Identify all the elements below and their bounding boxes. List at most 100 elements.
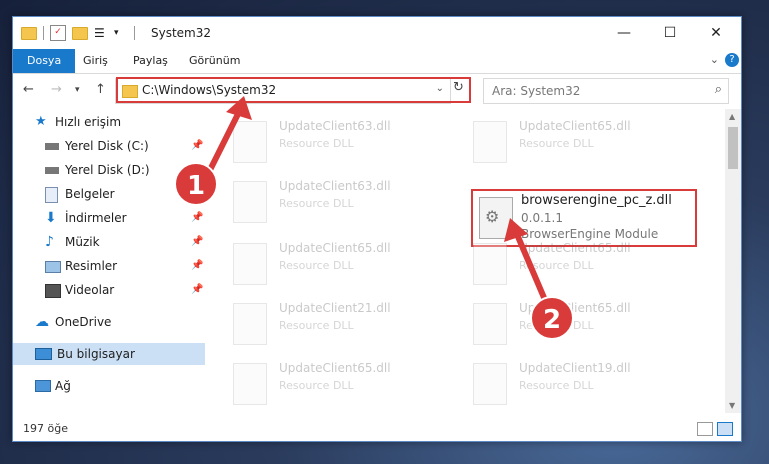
title-bar: ✓ ☰ ▾ System32 — ☐ ✕ — [13, 17, 741, 49]
drive-icon — [45, 143, 59, 150]
download-icon: ⬇ — [45, 210, 57, 226]
file-description: Resource DLL — [279, 197, 354, 210]
dll-file-icon — [233, 363, 267, 405]
help-icon[interactable]: ? — [725, 53, 739, 67]
sidebar-item-quick-access[interactable]: ★ Hızlı erişim — [13, 111, 205, 133]
address-highlight-box — [116, 77, 471, 103]
sidebar-item-network[interactable]: Ağ — [13, 375, 205, 397]
close-button[interactable]: ✕ — [693, 17, 739, 49]
scroll-thumb[interactable] — [728, 127, 738, 169]
sidebar-item-videos[interactable]: Videolar 📌 — [13, 279, 205, 301]
list-item[interactable]: UpdateClient65.dll Resource DLL — [453, 237, 681, 295]
list-item[interactable]: UpdateClient65.dll Resource DLL — [213, 237, 441, 295]
file-description: Resource DLL — [279, 319, 354, 332]
list-item[interactable]: UpdateClient65.dll Resource DLL — [213, 357, 441, 413]
dll-file-icon — [473, 121, 507, 163]
scroll-down-icon[interactable]: ▼ — [729, 401, 735, 410]
pictures-icon — [45, 261, 61, 273]
dll-file-icon — [233, 303, 267, 345]
search-input[interactable]: Ara: System32 ⌕ — [483, 78, 729, 104]
search-placeholder: Ara: System32 — [492, 84, 581, 98]
sidebar-item-label: Resimler — [65, 259, 118, 273]
search-icon[interactable]: ⌕ — [715, 82, 722, 97]
pin-icon[interactable]: 📌 — [191, 207, 203, 229]
details-view-icon[interactable] — [697, 422, 713, 436]
separator — [43, 26, 44, 40]
tab-home[interactable]: Giriş — [71, 49, 120, 73]
file-list: UpdateClient63.dll Resource DLL UpdateCl… — [213, 109, 723, 413]
sidebar-item-music[interactable]: ♪ Müzik 📌 — [13, 231, 205, 253]
maximize-button[interactable]: ☐ — [647, 17, 693, 49]
sidebar-item-label: Yerel Disk (D:) — [65, 163, 150, 177]
file-description: Resource DLL — [279, 259, 354, 272]
pin-icon[interactable]: 📌 — [191, 255, 203, 277]
tab-share[interactable]: Paylaş — [121, 49, 180, 73]
customize-toolbar-icon[interactable]: ☰ — [94, 26, 108, 40]
sidebar-item-label: Hızlı erişim — [55, 115, 122, 129]
sidebar-item-label: Videolar — [65, 283, 115, 297]
up-arrow-icon[interactable]: ↑ — [95, 82, 106, 97]
sidebar-item-local-disk-c[interactable]: Yerel Disk (C:) 📌 — [13, 135, 205, 157]
sidebar-item-label: OneDrive — [55, 315, 112, 329]
dll-file-icon — [233, 121, 267, 163]
star-icon: ★ — [35, 114, 47, 129]
vertical-scrollbar[interactable]: ▲ ▼ — [725, 109, 741, 413]
sidebar-item-downloads[interactable]: ⬇ İndirmeler 📌 — [13, 207, 205, 229]
dll-file-icon — [473, 363, 507, 405]
file-name: UpdateClient65.dll — [279, 241, 391, 255]
item-count: 197 öğe — [23, 422, 68, 435]
list-item[interactable]: UpdateClient65.dll Resource DLL — [453, 115, 681, 173]
quick-access-toolbar: ✓ ☰ ▾ — [21, 25, 135, 41]
chevron-down-icon[interactable]: ▾ — [114, 26, 128, 40]
sidebar-item-this-pc[interactable]: Bu bilgisayar — [13, 343, 205, 365]
dll-file-icon — [233, 181, 267, 223]
pin-icon[interactable]: 📌 — [191, 135, 203, 157]
list-item[interactable]: UpdateClient21.dll Resource DLL — [213, 297, 441, 355]
new-folder-icon[interactable] — [72, 26, 88, 40]
dll-file-icon — [473, 303, 507, 345]
pin-icon[interactable]: 📌 — [191, 231, 203, 253]
properties-icon[interactable]: ✓ — [50, 25, 66, 41]
folder-icon — [21, 26, 37, 40]
tiles-view-icon[interactable] — [717, 422, 733, 436]
file-name: UpdateClient65.dll — [519, 119, 631, 133]
cloud-icon: ☁ — [35, 314, 49, 330]
file-name: UpdateClient63.dll — [279, 119, 391, 133]
list-item[interactable]: UpdateClient19.dll Resource DLL — [453, 357, 681, 413]
navigation-pane: ★ Hızlı erişim Yerel Disk (C:) 📌 Yerel D… — [13, 109, 205, 413]
drive-icon — [45, 167, 59, 174]
recent-locations-icon[interactable]: ▾ — [75, 85, 80, 95]
tab-view[interactable]: Görünüm — [177, 49, 252, 73]
list-item[interactable]: UpdateClient63.dll Resource DLL — [213, 175, 441, 233]
list-item[interactable]: UpdateClient63.dll Resource DLL — [213, 115, 441, 173]
file-name: browserengine_pc_z.dll — [521, 193, 672, 208]
sidebar-item-pictures[interactable]: Resimler 📌 — [13, 255, 205, 277]
sidebar-item-label: Müzik — [65, 235, 100, 249]
minimize-button[interactable]: — — [601, 17, 647, 49]
scroll-up-icon[interactable]: ▲ — [729, 112, 735, 121]
file-version: 0.0.1.1 — [521, 211, 563, 225]
expand-ribbon-icon[interactable]: ⌄ — [710, 53, 719, 66]
status-bar: 197 öğe — [13, 417, 741, 441]
file-description: Resource DLL — [519, 259, 594, 272]
view-switcher — [697, 422, 733, 436]
forward-arrow-icon[interactable]: → — [51, 82, 62, 97]
pin-icon[interactable]: 📌 — [191, 279, 203, 301]
tab-file[interactable]: Dosya — [13, 49, 76, 73]
sidebar-item-label: Belgeler — [65, 187, 115, 201]
navigation-bar: ← → ▾ ↑ C:\Windows\System32 ⌄ ↻ Ara: Sys… — [13, 74, 741, 106]
file-name: UpdateClient21.dll — [279, 301, 391, 315]
file-description: Resource DLL — [519, 137, 594, 150]
callout-step-two: 2 — [530, 296, 574, 340]
sidebar-item-label: İndirmeler — [65, 211, 127, 225]
file-name: UpdateClient19.dll — [519, 361, 631, 375]
back-arrow-icon[interactable]: ← — [23, 82, 34, 97]
dll-file-icon — [233, 243, 267, 285]
file-description: Resource DLL — [279, 137, 354, 150]
file-name: UpdateClient65.dll — [279, 361, 391, 375]
window-title: System32 — [151, 26, 212, 40]
gear-icon: ⚙ — [485, 207, 500, 226]
music-icon: ♪ — [45, 234, 54, 250]
sidebar-item-onedrive[interactable]: ☁ OneDrive — [13, 311, 205, 333]
file-description: Resource DLL — [279, 379, 354, 392]
